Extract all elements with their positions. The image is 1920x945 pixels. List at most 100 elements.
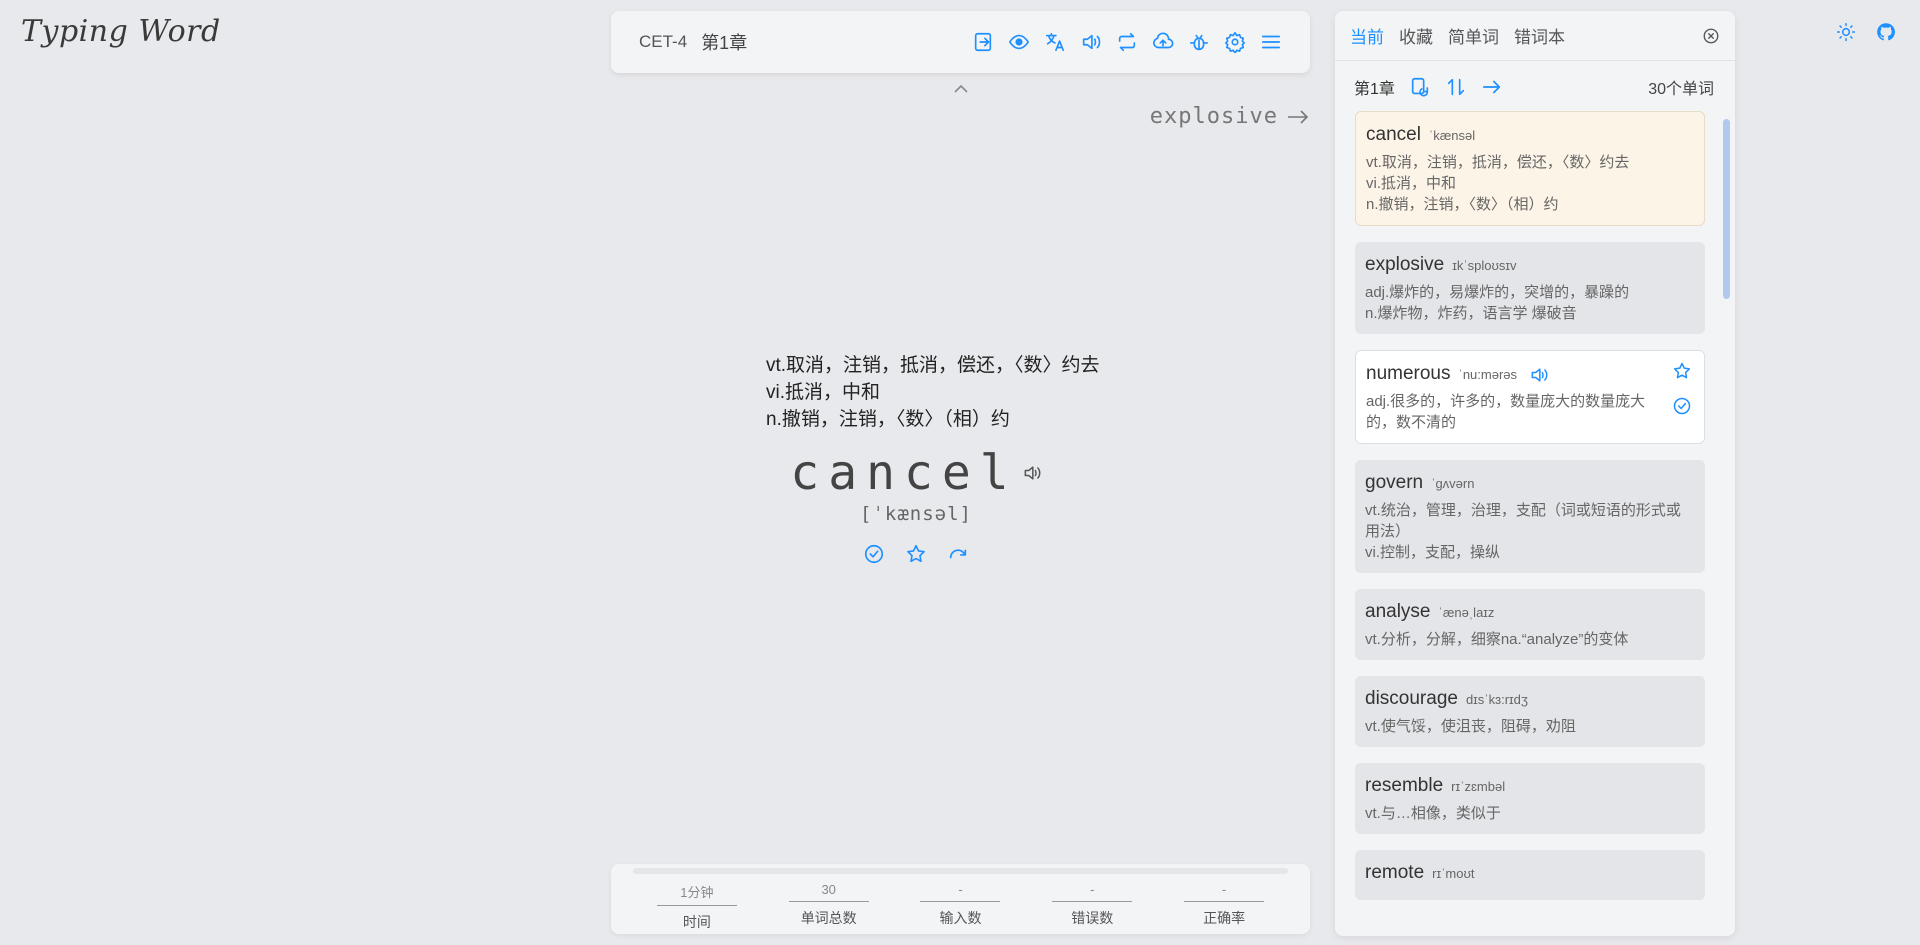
tab-simple-words[interactable]: 简单词 — [1448, 23, 1499, 48]
list-trans: vt.与…相像，类似于 — [1365, 805, 1501, 822]
list-trans: vi.抵消，中和 — [1366, 175, 1457, 192]
repeat-icon[interactable] — [1116, 31, 1138, 53]
list-word: explosive — [1365, 254, 1445, 275]
translation-line: vi.抵消，中和 — [766, 382, 881, 403]
speaker-icon[interactable] — [1529, 365, 1549, 385]
list-phonetic: rɪˈmoʊt — [1432, 866, 1475, 881]
change-chapter-icon[interactable] — [1409, 76, 1431, 98]
export-icon[interactable] — [972, 31, 994, 53]
sun-icon[interactable] — [1836, 22, 1856, 42]
list-word: cancel — [1366, 124, 1421, 145]
list-trans: vt.使气馁，使沮丧，阻碍，劝阻 — [1365, 718, 1576, 735]
top-right-actions — [1836, 22, 1896, 42]
list-phonetic: dɪsˈkɜ:rɪdʒ — [1465, 692, 1528, 707]
next-word-link[interactable]: explosive — [1150, 104, 1310, 129]
list-item[interactable]: analyse ˈænəˌlaɪz vt.分析，分解，细察na.“analyze”… — [1355, 589, 1705, 660]
current-word: cancel — [790, 445, 1018, 501]
stat-accuracy: - 正确率 — [1158, 868, 1290, 934]
arrow-right-icon[interactable] — [1481, 76, 1503, 98]
star-icon[interactable] — [1672, 361, 1692, 386]
list-phonetic: ˈɡʌvərn — [1431, 476, 1475, 491]
stat-total: 30 单词总数 — [763, 868, 895, 934]
mark-known-icon[interactable] — [863, 543, 885, 565]
translate-icon[interactable] — [1044, 31, 1066, 53]
eye-icon[interactable] — [1008, 31, 1030, 53]
list-trans: vi.控制，支配，操纵 — [1365, 544, 1501, 561]
stat-value: - — [1184, 882, 1265, 902]
list-trans: vt.分析，分解，细察na.“analyze”的变体 — [1365, 631, 1629, 648]
list-item[interactable]: resemble rɪˈzɛmbəl vt.与…相像，类似于 — [1355, 763, 1705, 834]
stat-errors: - 错误数 — [1026, 868, 1158, 934]
chapter-name[interactable]: 第1章 — [701, 29, 747, 55]
translation-line: vt.取消，注销，抵消，偿还，〈数〉约去 — [766, 355, 1100, 376]
list-phonetic: ɪkˈsploʊsɪv — [1452, 258, 1517, 273]
sort-icon[interactable] — [1445, 76, 1467, 98]
list-word: analyse — [1365, 601, 1431, 622]
tab-favorites[interactable]: 收藏 — [1399, 23, 1433, 48]
list-item[interactable]: remote rɪˈmoʊt — [1355, 850, 1705, 900]
list-item[interactable]: explosive ɪkˈsploʊsɪv adj.爆炸的，易爆炸的，突增的，暴躁… — [1355, 242, 1705, 334]
speaker-icon[interactable] — [1022, 463, 1042, 483]
chevron-up-icon[interactable] — [952, 82, 970, 96]
volume-icon[interactable] — [1080, 31, 1102, 53]
bug-icon[interactable] — [1188, 31, 1210, 53]
top-toolbar: CET-4 第1章 — [611, 11, 1310, 73]
stat-value: 30 — [788, 882, 869, 902]
stat-value: - — [1052, 882, 1133, 902]
list-phonetic: ˈkænsəl — [1428, 128, 1476, 143]
skip-icon[interactable] — [947, 543, 969, 565]
stat-label: 正确率 — [1203, 910, 1246, 926]
list-item[interactable]: cancel ˈkænsəl vt.取消，注销，抵消，偿还，〈数〉约去 vi.抵消，… — [1355, 111, 1705, 226]
stat-input: - 输入数 — [895, 868, 1027, 934]
stat-time: 1分钟时间 — [631, 868, 763, 934]
mark-known-icon[interactable] — [1672, 396, 1692, 421]
list-word: remote — [1365, 862, 1425, 883]
stats-bar: 1分钟时间 30 单词总数 - 输入数 - 错误数 - 正确率 — [611, 864, 1310, 934]
menu-icon[interactable] — [1260, 31, 1282, 53]
list-trans: n.撤销，注销，〈数〉（相）约 — [1366, 196, 1559, 213]
stat-value: - — [920, 882, 1001, 902]
list-trans: vt.统治，管理，治理，支配（词或短语的形式或用法） — [1365, 502, 1681, 540]
stat-label: 时间 — [682, 914, 711, 930]
list-word: numerous — [1366, 363, 1451, 384]
settings-icon[interactable] — [1224, 31, 1246, 53]
list-trans: adj.很多的，许多的，数量庞大的数量庞大的，数不清的 — [1366, 393, 1646, 431]
stat-label: 单词总数 — [800, 910, 857, 926]
list-item[interactable]: numerous ˈnu:mərəs adj.很多的，许多的，数量庞大的数量庞大的… — [1355, 350, 1705, 444]
list-trans: vt.取消，注销，抵消，偿还，〈数〉约去 — [1366, 154, 1630, 171]
translation-block: vt.取消，注销，抵消，偿还，〈数〉约去 vi.抵消，中和 n.撤销，注销，〈数… — [766, 352, 1226, 433]
list-phonetic: rɪˈzɛmbəl — [1451, 779, 1506, 794]
scrollbar-thumb[interactable] — [1723, 119, 1730, 299]
chapter-row: 第1章 30个单词 — [1335, 61, 1735, 113]
stat-label: 错误数 — [1071, 910, 1114, 926]
list-word: resemble — [1365, 775, 1444, 796]
list-phonetic: ˈænəˌlaɪz — [1438, 605, 1495, 620]
word-count: 30个单词 — [1648, 81, 1714, 98]
arrow-right-icon — [1288, 109, 1309, 124]
tab-current[interactable]: 当前 — [1350, 23, 1384, 48]
stat-label: 输入数 — [939, 910, 982, 926]
next-word-label: explosive — [1149, 104, 1278, 129]
cloud-upload-icon[interactable] — [1152, 31, 1174, 53]
dict-name[interactable]: CET-4 — [639, 32, 687, 52]
panel-chapter-name: 第1章 — [1354, 81, 1395, 98]
list-trans: adj.爆炸的，易爆炸的，突增的，暴躁的 — [1365, 284, 1630, 301]
word-display: vt.取消，注销，抵消，偿还，〈数〉约去 vi.抵消，中和 n.撤销，注销，〈数… — [766, 352, 1226, 565]
word-list-panel: 当前 收藏 简单词 错词本 第1章 30个单词 cancel ˈkænsəl vt… — [1335, 11, 1735, 936]
list-item[interactable]: govern ˈɡʌvərn vt.统治，管理，治理，支配（词或短语的形式或用法）… — [1355, 460, 1705, 573]
list-trans: n.爆炸物，炸药，语言学 爆破音 — [1365, 305, 1577, 322]
tab-wrong-words[interactable]: 错词本 — [1514, 23, 1565, 48]
list-item[interactable]: discourage dɪsˈkɜ:rɪdʒ vt.使气馁，使沮丧，阻碍，劝阻 — [1355, 676, 1705, 747]
star-icon[interactable] — [905, 543, 927, 565]
list-word: discourage — [1365, 688, 1458, 709]
word-list: cancel ˈkænsəl vt.取消，注销，抵消，偿还，〈数〉约去 vi.抵消，… — [1355, 111, 1705, 924]
stat-value: 1分钟 — [656, 882, 737, 906]
translation-line: n.撤销，注销，〈数〉（相）约 — [766, 409, 1010, 430]
current-phonetic: [ˈkænsəl] — [860, 503, 972, 525]
list-word: govern — [1365, 472, 1424, 493]
list-phonetic: ˈnu:mərəs — [1458, 367, 1518, 382]
close-icon[interactable] — [1702, 27, 1720, 45]
panel-tabs: 当前 收藏 简单词 错词本 — [1335, 11, 1735, 61]
app-logo: Typing Word — [21, 14, 221, 49]
github-icon[interactable] — [1876, 22, 1896, 42]
